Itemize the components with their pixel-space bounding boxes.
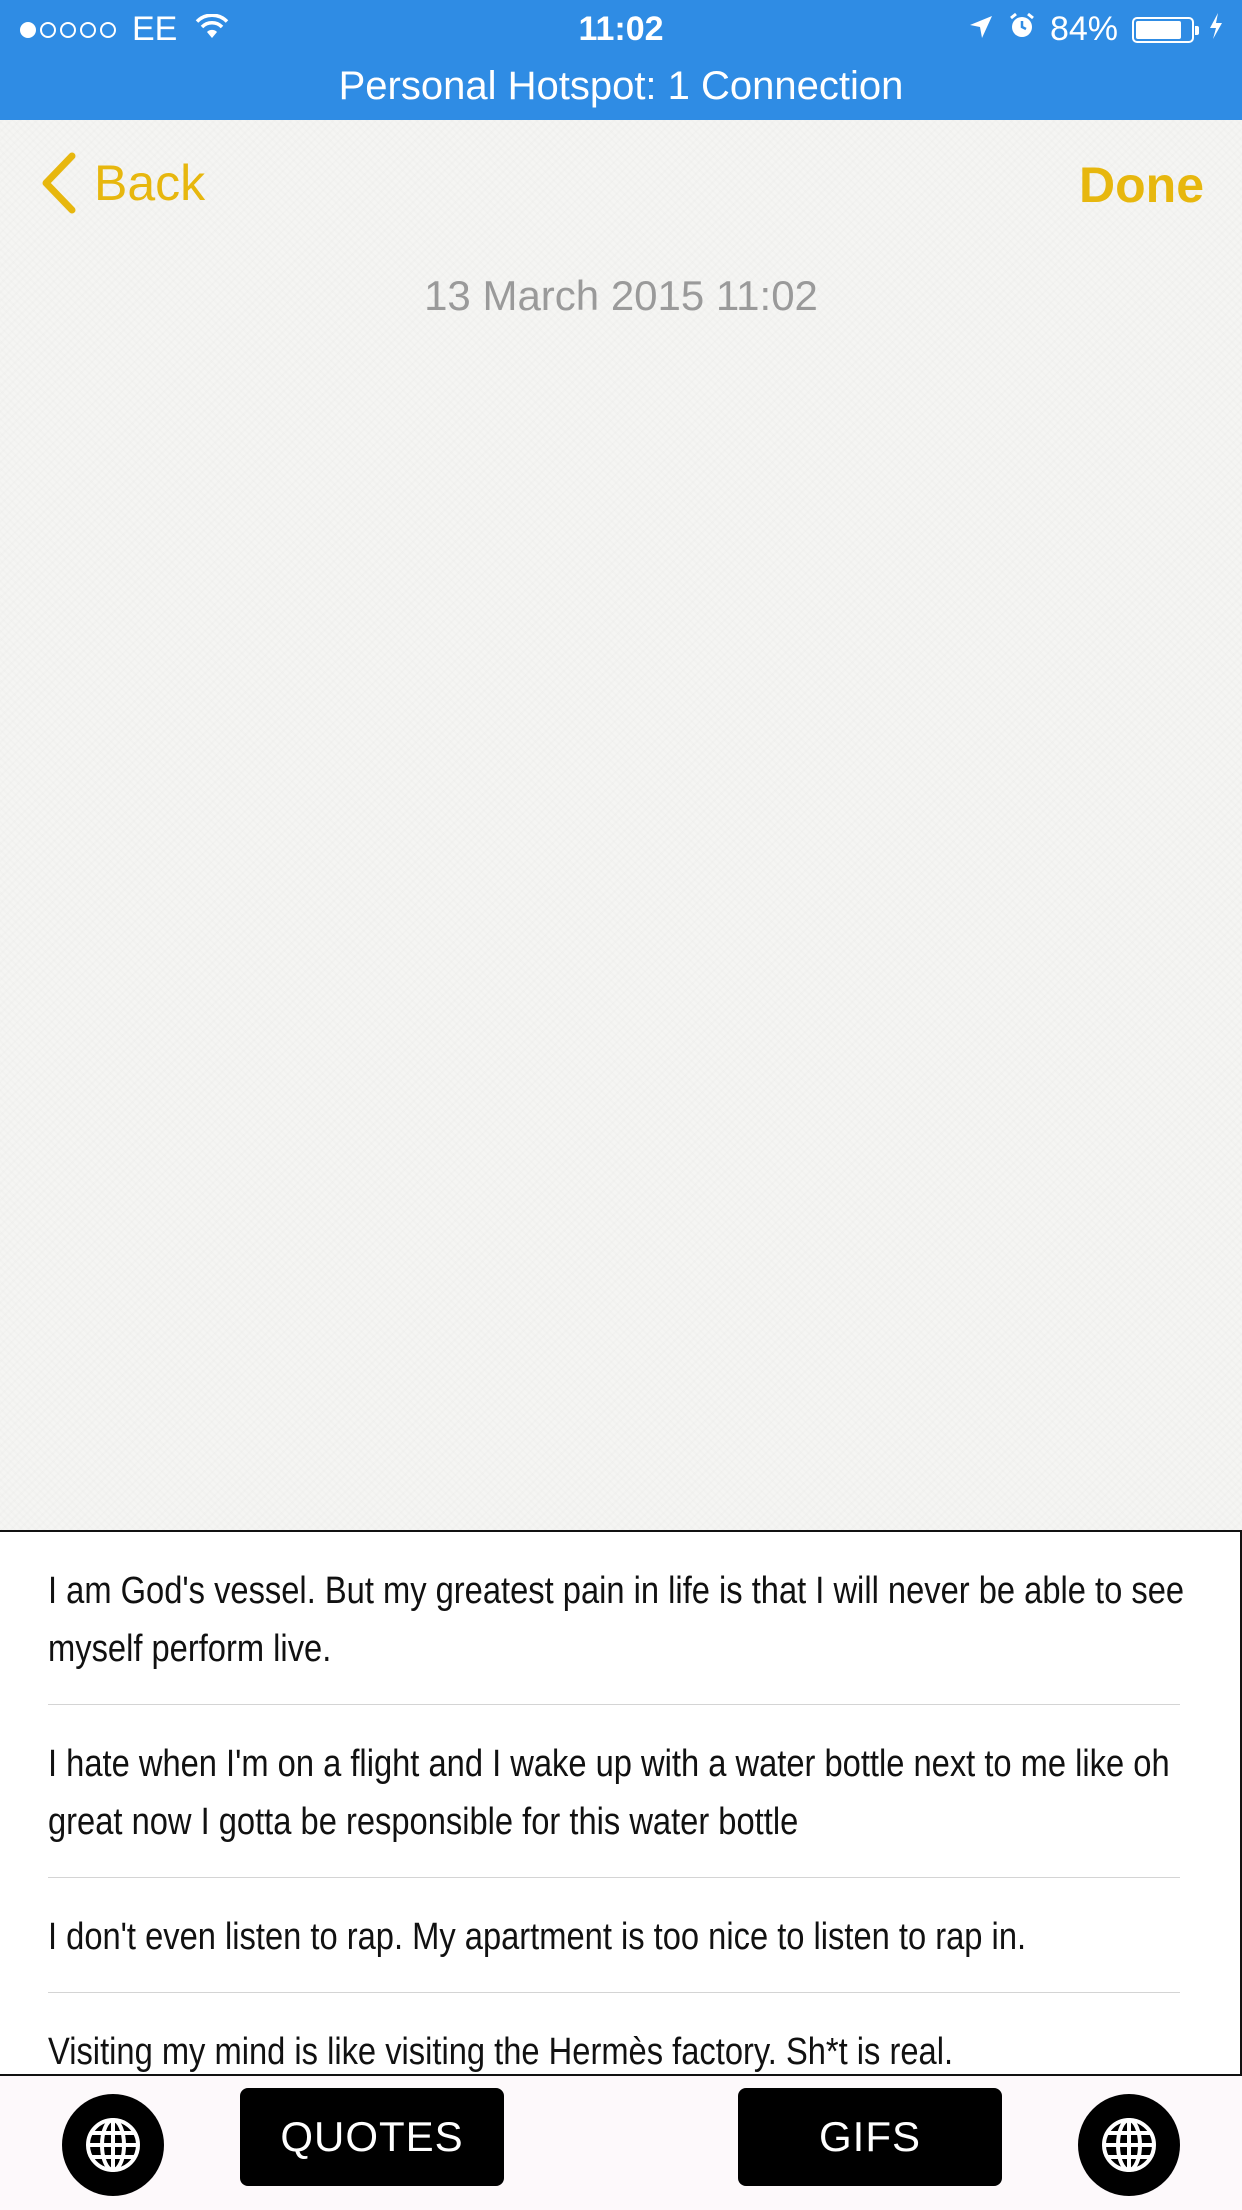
location-arrow-icon [968, 10, 994, 49]
charging-bolt-icon [1208, 10, 1224, 49]
status-row: EE 11:02 84% [0, 0, 1242, 60]
quotes-button[interactable]: QUOTES [240, 2088, 504, 2186]
alarm-clock-icon [1008, 10, 1036, 49]
note-editor[interactable]: Back Done 13 March 2015 11:02 [0, 120, 1242, 1530]
quote-text: I don't even listen to rap. My apartment… [48, 1916, 1027, 1958]
done-button[interactable]: Done [1079, 156, 1204, 214]
battery-percent: 84% [1049, 10, 1118, 48]
quote-text: Visiting my mind is like visiting the He… [48, 2031, 954, 2073]
keyboard-toolbar: QUOTES GIFS [0, 2074, 1242, 2210]
hotspot-banner[interactable]: Personal Hotspot: 1 Connection [0, 64, 1242, 109]
gifs-button[interactable]: GIFS [738, 2088, 1002, 2186]
globe-button-left[interactable] [62, 2094, 164, 2196]
globe-icon [86, 2118, 140, 2172]
status-bar: EE 11:02 84% Personal Hotspot: 1 Connect… [0, 0, 1242, 120]
battery-icon [1132, 16, 1199, 43]
chevron-left-icon [42, 152, 76, 214]
quotes-keyboard: I am God's vessel. But my greatest pain … [0, 1530, 1242, 2210]
note-date: 13 March 2015 11:02 [424, 272, 818, 319]
battery-fill [1136, 20, 1182, 39]
globe-button-right[interactable] [1078, 2094, 1180, 2196]
list-item[interactable]: I hate when I'm on a flight and I wake u… [48, 1705, 1180, 1878]
back-button[interactable]: Back [40, 152, 205, 214]
status-right: 84% [954, 10, 1224, 49]
list-item[interactable]: I don't even listen to rap. My apartment… [48, 1878, 1180, 1993]
list-item[interactable]: I am God's vessel. But my greatest pain … [48, 1532, 1184, 1705]
quote-text: I am God's vessel. But my greatest pain … [48, 1570, 1185, 1670]
list-item[interactable]: Visiting my mind is like visiting the He… [48, 1993, 1180, 2074]
back-label: Back [94, 155, 206, 211]
quote-list[interactable]: I am God's vessel. But my greatest pain … [0, 1532, 1242, 2074]
globe-icon [1102, 2118, 1156, 2172]
quote-text: I hate when I'm on a flight and I wake u… [48, 1743, 1170, 1843]
